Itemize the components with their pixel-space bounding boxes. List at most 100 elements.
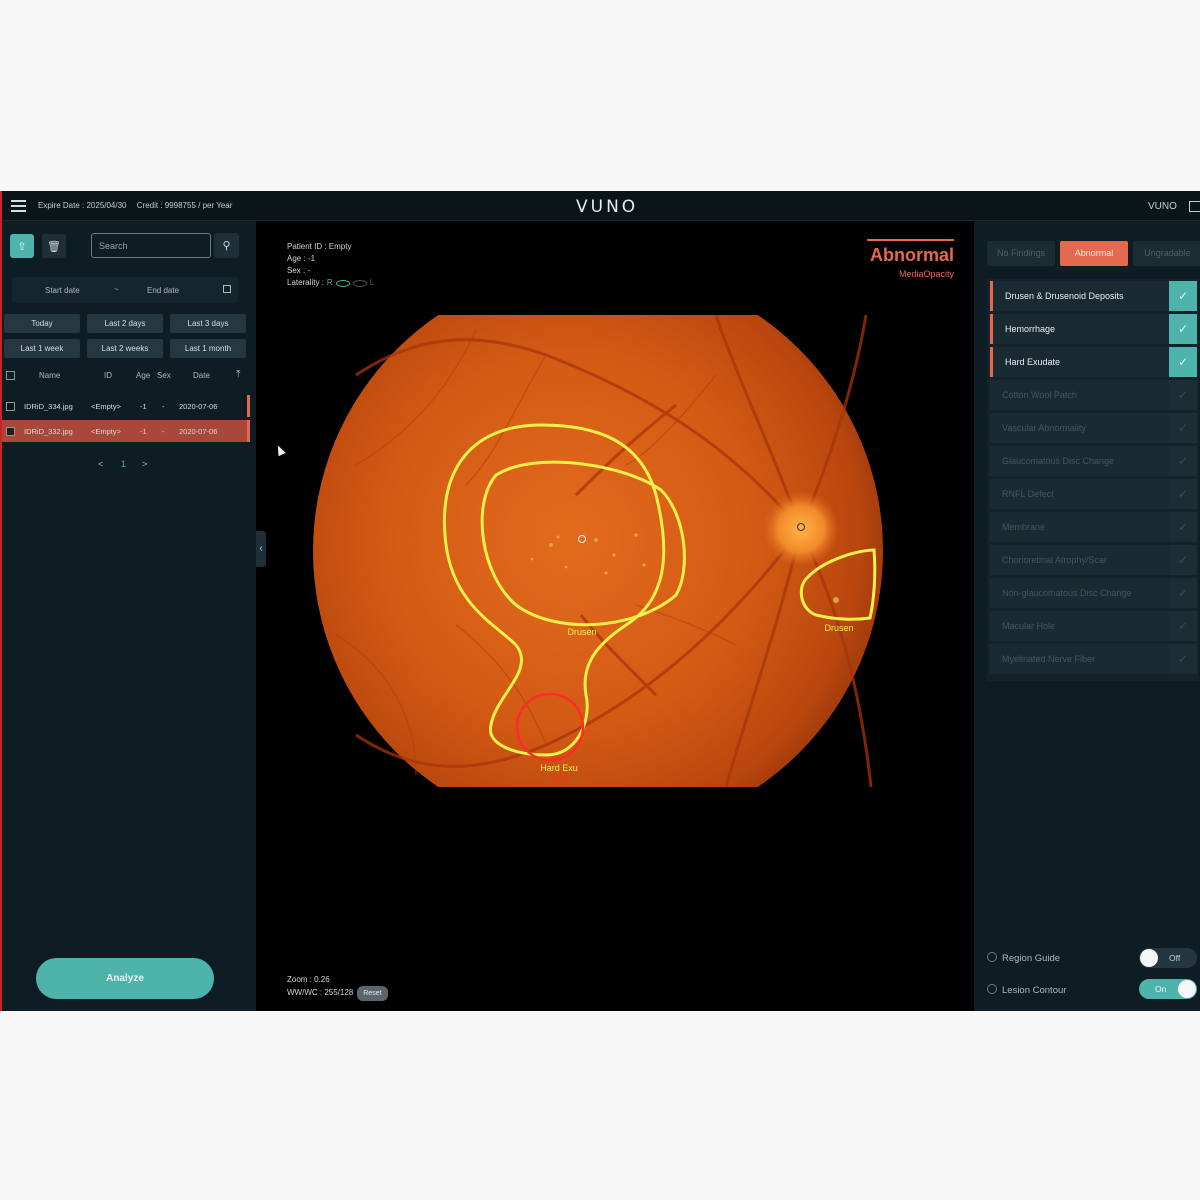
right-eye-icon[interactable] <box>335 279 350 287</box>
search-button[interactable]: ⚲ <box>214 233 239 258</box>
quick-1month-button[interactable]: Last 1 month <box>170 339 246 358</box>
logout-icon[interactable] <box>1189 201 1200 212</box>
col-id[interactable]: ID <box>104 371 112 380</box>
finding-label: Vascular Abnormality <box>1002 423 1086 433</box>
hard-exudate-label-sub: date <box>553 774 571 784</box>
check-icon[interactable]: ✓ <box>1169 611 1197 641</box>
row-age: -1 <box>140 427 147 436</box>
zoom-info: Zoom : 0.26 WW/WC : 255/128 Reset <box>287 973 388 1001</box>
check-icon[interactable]: ✓ <box>1169 446 1197 476</box>
patient-sex: Sex : - <box>287 266 311 275</box>
menu-icon[interactable] <box>11 200 26 212</box>
finding-label: Membrane <box>1002 522 1046 532</box>
row-checkbox[interactable] <box>6 427 15 436</box>
check-icon[interactable]: ✓ <box>1169 578 1197 608</box>
check-icon[interactable]: ✓ <box>1169 314 1197 344</box>
select-all-checkbox[interactable] <box>6 371 15 380</box>
toggle-knob <box>1140 949 1158 967</box>
check-icon[interactable]: ✓ <box>1169 479 1197 509</box>
status-label: Abnormal <box>869 245 954 265</box>
row-checkbox[interactable] <box>6 402 15 411</box>
tab-no-findings[interactable]: No Findings <box>987 241 1055 266</box>
image-viewer[interactable]: Patient ID : Empty Age : -1 Sex : - Late… <box>256 221 974 1011</box>
table-row[interactable]: IDRiD_334.jpg <Empty> -1 - 2020-07-06 <box>2 395 250 417</box>
prev-page-button[interactable]: < <box>98 459 103 469</box>
finding-label: Myelinated Nerve Fiber <box>1002 654 1096 664</box>
quick-today-button[interactable]: Today <box>4 314 80 333</box>
laterality-r: R <box>326 278 333 287</box>
row-name: IDRiD_332.jpg <box>24 427 73 436</box>
help-icon[interactable] <box>987 952 997 962</box>
finding-chorioretinal-atrophy[interactable]: Chorioretinal Atrophy/Scar ✓ <box>990 545 1197 575</box>
end-date[interactable]: End date <box>147 286 179 295</box>
date-range-picker[interactable]: Start date ~ End date <box>12 277 238 303</box>
optic-disc <box>763 491 839 567</box>
region-guide-toggle[interactable]: Off <box>1139 948 1197 968</box>
tab-abnormal[interactable]: Abnormal <box>1060 241 1128 266</box>
next-page-button[interactable]: > <box>142 459 147 469</box>
calendar-icon[interactable] <box>223 285 231 293</box>
finding-hemorrhage[interactable]: Hemorrhage ✓ <box>990 314 1197 344</box>
credit-info: Credit : 9998755 / per Year <box>136 201 233 210</box>
finding-non-glaucomatous-disc-change[interactable]: Non-glaucomatous Disc Change ✓ <box>990 578 1197 608</box>
check-icon[interactable]: ✓ <box>1169 545 1197 575</box>
row-name: IDRiD_334.jpg <box>24 402 73 411</box>
check-icon[interactable]: ✓ <box>1169 281 1197 311</box>
left-eye-icon[interactable] <box>352 279 367 287</box>
laterality: Laterality : R L <box>287 277 374 289</box>
finding-drusen[interactable]: Drusen & Drusenoid Deposits ✓ <box>990 281 1197 311</box>
findings-panel: No Findings Abnormal Ungradable Drusen &… <box>974 221 1200 1011</box>
start-date[interactable]: Start date <box>45 286 80 295</box>
reset-button[interactable]: Reset <box>357 986 388 1001</box>
toggle-state: Off <box>1169 953 1181 963</box>
finding-rnfl-defect[interactable]: RNFL Defect ✓ <box>990 479 1197 509</box>
finding-vascular-abnormality[interactable]: Vascular Abnormality ✓ <box>990 413 1197 443</box>
quick-2days-button[interactable]: Last 2 days <box>87 314 163 333</box>
finding-myelinated-nerve-fiber[interactable]: Myelinated Nerve Fiber ✓ <box>990 644 1197 674</box>
help-icon[interactable] <box>987 984 997 994</box>
window-level: WW/WC : 255/128 <box>287 988 354 997</box>
tab-ungradable[interactable]: Ungradable <box>1133 241 1200 266</box>
check-icon[interactable]: ✓ <box>1169 413 1197 443</box>
user-name[interactable]: VUNO <box>1148 201 1177 212</box>
sort-icon[interactable]: ⤒ <box>236 369 240 380</box>
lesion-contour-toggle[interactable]: On <box>1139 979 1197 999</box>
quick-3days-button[interactable]: Last 3 days <box>170 314 246 333</box>
check-icon[interactable]: ✓ <box>1169 380 1197 410</box>
worklist-panel: ⇧ 🗑 ⚲ Start date ~ End date Today Last 2… <box>2 221 256 1011</box>
delete-button[interactable]: 🗑 <box>42 234 66 258</box>
quick-2weeks-button[interactable]: Last 2 weeks <box>87 339 163 358</box>
quick-1week-button[interactable]: Last 1 week <box>4 339 80 358</box>
app-logo: VUNO <box>576 197 639 217</box>
patient-age: Age : -1 <box>287 254 316 263</box>
result-status: Abnormal MediaOpacity <box>867 239 954 279</box>
finding-membrane[interactable]: Membrane ✓ <box>990 512 1197 542</box>
page-number[interactable]: 1 <box>121 459 126 469</box>
trash-icon: 🗑 <box>47 240 61 253</box>
finding-label: Cotton Wool Patch <box>1002 390 1077 400</box>
finding-macular-hole[interactable]: Macular Hole ✓ <box>990 611 1197 641</box>
finding-cotton-wool-patch[interactable]: Cotton Wool Patch ✓ <box>990 380 1197 410</box>
toggle-knob <box>1178 980 1196 998</box>
finding-glaucomatous-disc-change[interactable]: Glaucomatous Disc Change ✓ <box>990 446 1197 476</box>
collapse-panel-button[interactable]: ‹ <box>256 531 266 567</box>
col-age[interactable]: Age <box>136 371 150 380</box>
row-date: 2020-07-06 <box>179 427 218 436</box>
finding-hard-exudate[interactable]: Hard Exudate ✓ <box>990 347 1197 377</box>
finding-label: Hemorrhage <box>1005 324 1056 334</box>
table-row-selected[interactable]: IDRiD_332.jpg <Empty> -1 - 2020-07-06 <box>2 420 250 442</box>
col-name[interactable]: Name <box>39 371 60 380</box>
col-date[interactable]: Date <box>193 371 210 380</box>
col-sex[interactable]: Sex <box>157 371 171 380</box>
analyze-button[interactable]: Analyze <box>36 958 214 999</box>
check-icon[interactable]: ✓ <box>1169 347 1197 377</box>
check-icon[interactable]: ✓ <box>1169 644 1197 674</box>
finding-label: Glaucomatous Disc Change <box>1002 456 1115 466</box>
finding-label: Hard Exudate <box>1005 357 1061 367</box>
check-icon[interactable]: ✓ <box>1169 512 1197 542</box>
search-icon: ⚲ <box>222 240 231 252</box>
search-input[interactable] <box>91 233 211 258</box>
fundus-image[interactable]: Drusen Drusen Hard Exu date <box>296 315 936 787</box>
upload-button[interactable]: ⇧ <box>10 234 34 258</box>
toggle-state: On <box>1155 984 1167 994</box>
